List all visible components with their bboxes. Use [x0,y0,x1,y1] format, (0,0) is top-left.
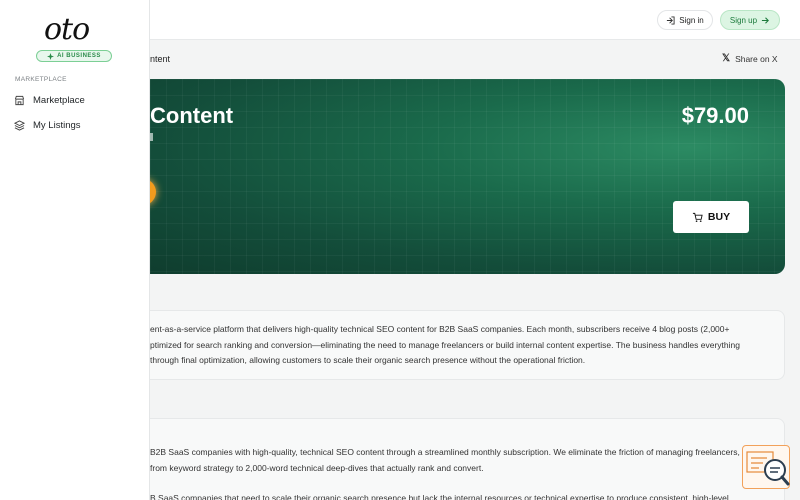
cart-icon [692,212,703,222]
description-line: ptimized for search ranking and conversi… [150,339,740,350]
details-line: B2B SaaS companies with high-quality, te… [150,447,740,457]
details-line: B SaaS companies that need to scale thei… [150,493,729,500]
oto-logo[interactable]: oto [44,12,90,47]
buy-button[interactable]: BUY [673,201,749,233]
sidebar-section-label: MARKETPLACE [15,76,67,83]
sidebar-item-my-listings[interactable]: My Listings [14,120,81,131]
layers-icon [14,120,25,131]
sign-in-label: Sign in [679,15,704,25]
help-chat-widget[interactable] [742,445,790,489]
breadcrumb[interactable]: ntent [150,54,170,64]
arrow-right-icon [761,16,770,24]
description-card: ent-as-a-service platform that delivers … [150,310,785,380]
ai-business-badge: AI BUSINESS [36,50,112,62]
description-line: through final optimization, allowing cus… [150,355,586,365]
x-logo-icon: 𝕏 [722,53,731,64]
sign-up-label: Sign up [729,15,758,25]
sign-in-button[interactable]: Sign in [657,10,713,30]
buy-label: BUY [707,211,731,223]
sign-up-button[interactable]: Sign up [720,10,780,30]
subtitle-fragment [150,133,153,141]
search-doc-icon [746,451,790,486]
listing-price: $79.00 [681,103,749,128]
sign-in-icon [667,15,675,25]
sidebar-item-marketplace[interactable]: Marketplace [14,95,85,106]
share-on-x-button[interactable]: 𝕏 Share on X [722,53,778,64]
badge-label: AI BUSINESS [57,53,101,59]
store-icon [14,95,25,106]
listing-hero: Content $79.00 BUY [150,79,785,274]
sparkle-icon [47,52,55,60]
details-line: from keyword strategy to 2,000-word tech… [150,462,484,473]
sidebar-item-label: My Listings [33,120,81,131]
description-line: ent-as-a-service platform that delivers … [150,324,730,334]
sidebar: oto AI BUSINESS MARKETPLACE Marketplace … [0,0,150,500]
orange-orb-decoration [150,179,156,205]
listing-title: Content [150,103,234,128]
details-card: B2B SaaS companies with high-quality, te… [150,418,785,500]
sidebar-item-label: Marketplace [33,95,85,106]
share-label: Share on X [735,53,778,64]
